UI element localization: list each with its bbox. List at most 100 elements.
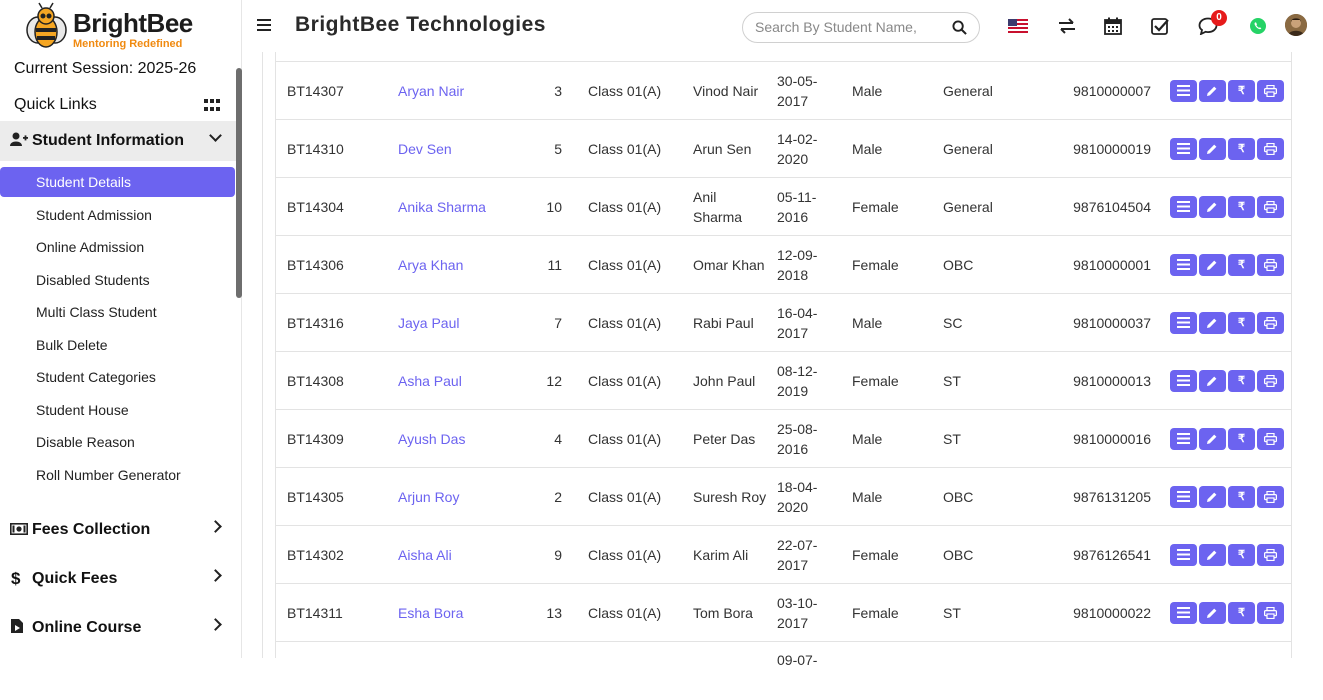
sidebar-item-multi-class-student[interactable]: Multi Class Student (36, 304, 157, 320)
section-label: Quick Fees (32, 570, 118, 587)
rupee-button[interactable]: ₹ (1228, 369, 1255, 392)
sidebar-item-student-details[interactable]: Student Details (0, 167, 235, 197)
roll-number: 7 (497, 293, 577, 352)
print-icon (1264, 316, 1277, 329)
list-button[interactable] (1170, 195, 1197, 218)
sidebar-section-quick-fees[interactable]: $ Quick Fees (0, 559, 236, 599)
swap-icon[interactable] (1057, 17, 1077, 35)
student-name-link[interactable]: Arya Khan (387, 235, 497, 294)
student-name-link[interactable]: Esha Bora (387, 583, 497, 642)
search-input[interactable] (755, 19, 940, 35)
gender: Female (843, 177, 934, 236)
date-of-birth: 12-09-2018 (768, 235, 843, 294)
sidebar-section-online-course[interactable]: Online Course (0, 608, 236, 648)
quick-links[interactable]: Quick Links (14, 96, 97, 114)
messages-button[interactable]: 0 (1198, 10, 1227, 36)
print-button[interactable] (1257, 543, 1284, 566)
rupee-button[interactable]: ₹ (1228, 543, 1255, 566)
gender (843, 641, 934, 700)
edit-button[interactable] (1199, 79, 1226, 102)
rupee-button[interactable]: ₹ (1228, 311, 1255, 334)
edit-button[interactable] (1199, 253, 1226, 276)
edit-button[interactable] (1199, 137, 1226, 160)
search-icon[interactable] (952, 20, 967, 35)
print-button[interactable] (1257, 253, 1284, 276)
rupee-button[interactable]: ₹ (1228, 427, 1255, 450)
sidebar-item-disable-reason[interactable]: Disable Reason (36, 434, 135, 450)
rupee-icon: ₹ (1238, 200, 1245, 213)
category: General (934, 177, 1044, 236)
edit-button[interactable] (1199, 427, 1226, 450)
section-label: Student Information (32, 132, 184, 149)
rupee-button[interactable]: ₹ (1228, 601, 1255, 624)
list-button[interactable] (1170, 543, 1197, 566)
print-button[interactable] (1257, 195, 1284, 218)
list-button[interactable] (1170, 79, 1197, 102)
calendar-icon[interactable] (1103, 17, 1123, 35)
print-button[interactable] (1257, 79, 1284, 102)
list-button[interactable] (1170, 253, 1197, 276)
print-button[interactable] (1257, 311, 1284, 334)
rupee-button[interactable]: ₹ (1228, 79, 1255, 102)
list-button[interactable] (1170, 311, 1197, 334)
student-name-link[interactable]: Ayush Das (387, 409, 497, 468)
rupee-button[interactable]: ₹ (1228, 485, 1255, 508)
sidebar-item-student-categories[interactable]: Student Categories (36, 369, 156, 385)
edit-button[interactable] (1199, 311, 1226, 334)
rupee-button[interactable]: ₹ (1228, 253, 1255, 276)
student-name-link[interactable]: Anika Sharma (387, 177, 497, 236)
sidebar-item-online-admission[interactable]: Online Admission (36, 239, 144, 255)
student-name-link[interactable]: Asha Paul (387, 351, 497, 410)
edit-button[interactable] (1199, 369, 1226, 392)
sidebar-item-roll-number-generator[interactable]: Roll Number Generator (36, 467, 181, 483)
list-button[interactable] (1170, 427, 1197, 450)
edit-button[interactable] (1199, 485, 1226, 508)
list-button[interactable] (1170, 369, 1197, 392)
grid-icon[interactable] (204, 99, 220, 113)
task-check-icon[interactable] (1150, 17, 1170, 35)
whatsapp-icon[interactable] (1249, 17, 1267, 35)
menu-toggle-icon[interactable] (257, 19, 271, 31)
list-button[interactable] (1170, 137, 1197, 160)
sidebar-section-student-information[interactable]: Student Information (0, 121, 236, 161)
list-button[interactable] (1170, 485, 1197, 508)
search-box[interactable] (742, 12, 980, 43)
edit-button[interactable] (1199, 195, 1226, 218)
table-row: BT14311 Esha Bora 13 Class 01(A) Tom Bora 03-… (276, 583, 1291, 642)
print-button[interactable] (1257, 485, 1284, 508)
print-button[interactable] (1257, 137, 1284, 160)
student-name-link[interactable]: Aisha Ali (387, 525, 497, 584)
sidebar-scrollbar[interactable] (236, 68, 242, 298)
print-icon (1264, 200, 1277, 213)
print-icon (1264, 84, 1277, 97)
table-row: BT14305 Arjun Roy 2 Class 01(A) Suresh Roy 18… (276, 467, 1291, 526)
student-name-link[interactable]: Arjun Roy (387, 467, 497, 526)
edit-button[interactable] (1199, 601, 1226, 624)
class-section: Class 01(A) (577, 235, 684, 294)
student-name-link[interactable]: Jaya Paul (387, 293, 497, 352)
student-table-card: BT14307 Aryan Nair 3 Class 01(A) Vinod Nair 3… (275, 52, 1292, 700)
sidebar-item-bulk-delete[interactable]: Bulk Delete (36, 337, 108, 353)
row-actions (1160, 641, 1291, 700)
print-button[interactable] (1257, 369, 1284, 392)
brand-logo[interactable]: BrightBee Mentoring Redefined (22, 2, 202, 54)
rupee-button[interactable]: ₹ (1228, 195, 1255, 218)
us-flag-icon[interactable] (1008, 17, 1028, 35)
rupee-button[interactable]: ₹ (1228, 137, 1255, 160)
edit-button[interactable] (1199, 543, 1226, 566)
list-button[interactable] (1170, 601, 1197, 624)
student-name-link[interactable]: Aryan Nair (387, 61, 497, 120)
dollar-icon: $ (11, 569, 21, 588)
print-button[interactable] (1257, 427, 1284, 450)
rupee-icon: ₹ (1238, 142, 1245, 155)
edit-icon (1207, 144, 1217, 154)
sidebar-item-disabled-students[interactable]: Disabled Students (36, 272, 150, 288)
student-name-link[interactable]: Dev Sen (387, 119, 497, 178)
print-icon (1264, 374, 1277, 387)
print-button[interactable] (1257, 601, 1284, 624)
avatar[interactable] (1285, 14, 1307, 36)
sidebar-item-student-house[interactable]: Student House (36, 402, 129, 418)
date-of-birth: 30-05-2017 (768, 61, 843, 120)
sidebar-section-fees-collection[interactable]: Fees Collection (0, 510, 236, 550)
sidebar-item-student-admission[interactable]: Student Admission (36, 207, 152, 223)
